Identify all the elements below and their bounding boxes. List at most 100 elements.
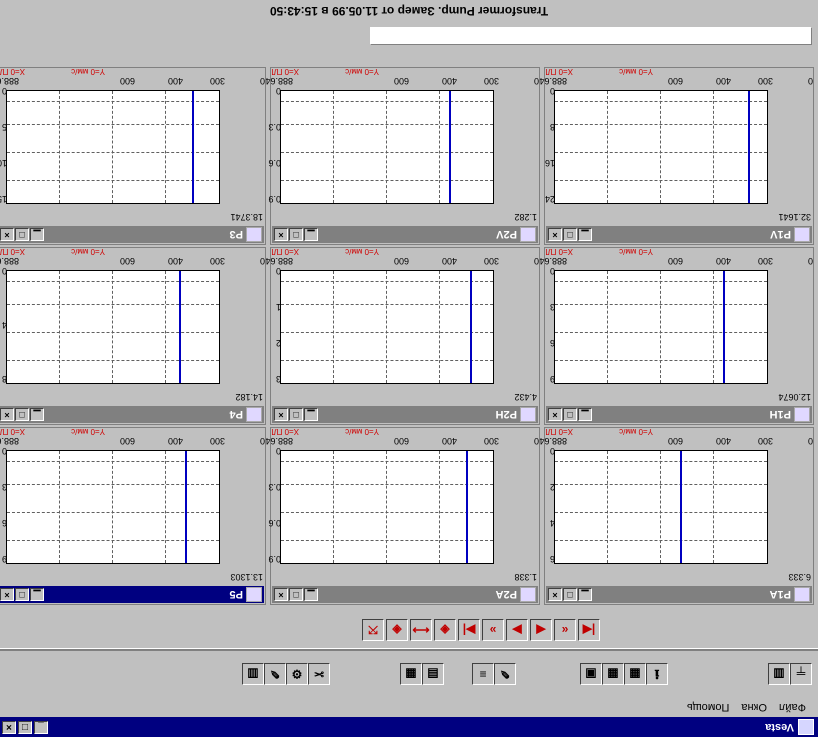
menu-file[interactable]: Файл [779, 701, 806, 713]
plot-panel-p1a[interactable]: P1A ▁ □ × 6.333 0 2 4 6 0 300 400 600 888.6433 X=0 ПЛ Y… [529, 427, 814, 605]
plot-panel-p2h[interactable]: P2H ▁ □ × 4.432 0 1 2 3 0 300 400 600 888.6433 X=0 ПЛ Y… [255, 247, 540, 425]
list-icon[interactable]: ≡ [472, 663, 494, 685]
plot-panel-p1h[interactable]: P1H ▁ □ × 12.0674 0 3 6 9 0 300 400 600 888.6433 X=0 П… [529, 247, 814, 425]
panel-close-button[interactable]: × [548, 408, 562, 421]
panel-maximize-button[interactable]: □ [289, 228, 303, 241]
panel-maximize-button[interactable]: □ [563, 588, 577, 601]
signal-spike [469, 271, 472, 383]
menu-help[interactable]: Помощь [687, 701, 730, 713]
menu-windows[interactable]: Окна [741, 701, 767, 713]
zoom-out-y-icon[interactable]: ⤧ [362, 619, 384, 641]
panel-close-button[interactable]: × [274, 228, 288, 241]
panel-maximize-button[interactable]: □ [289, 588, 303, 601]
chart-icon [246, 227, 262, 242]
table-icon[interactable]: ▦ [400, 663, 422, 685]
plot-panel-p2v[interactable]: P2V ▁ □ × 1.282 0 0.3 0.6 0.9 0 300 400 600 888.6433 X… [255, 67, 540, 245]
panel-minimize-button[interactable]: ▁ [30, 588, 44, 601]
panel-minimize-button[interactable]: ▁ [30, 228, 44, 241]
fast-forward-icon[interactable]: » [482, 619, 504, 641]
y-tick-label: 0 [1, 86, 7, 96]
panel-minimize-button[interactable]: ▁ [30, 408, 44, 421]
tool2-icon[interactable]: ⚙ [286, 663, 308, 685]
chart-icon [794, 407, 810, 422]
title-bar: Vesta _ □ × [0, 717, 818, 737]
notes-icon[interactable]: ▤ [422, 663, 444, 685]
panel-maximize-button[interactable]: □ [289, 408, 303, 421]
grid-line [112, 451, 113, 563]
plot-panel-p3[interactable]: P3▁□×18.37410510150300400600888.6433X=0 … [0, 67, 266, 245]
grid-icon[interactable]: ▦ [602, 663, 624, 685]
panel-title-bar[interactable]: P2V ▁ □ × [272, 226, 538, 243]
panel-minimize-button[interactable]: ▁ [578, 408, 592, 421]
toolbar-separator [0, 648, 818, 651]
navigation-toolbar: |◀ «◀ ▶» ▶| ◈ ⟷ ◈ ⤧ [88, 611, 608, 647]
tower-icon[interactable]: ╤ [790, 663, 812, 685]
panel-title-bar[interactable]: P2A ▁ □ × [272, 586, 538, 603]
y-max-value: 1.338 [514, 572, 537, 582]
tool1-icon[interactable]: ✂ [308, 663, 330, 685]
last-icon[interactable]: ▶| [458, 619, 480, 641]
grid-line [165, 271, 166, 383]
panel-minimize-button[interactable]: ▁ [578, 228, 592, 241]
panel-maximize-button[interactable]: □ [15, 228, 29, 241]
minimize-button[interactable]: _ [34, 721, 48, 734]
x-tick-label: 300 [757, 76, 773, 86]
panel-minimize-button[interactable]: ▁ [304, 588, 318, 601]
panel-title-bar[interactable]: P2H ▁ □ × [272, 406, 538, 423]
plot-area [280, 90, 494, 204]
panel-maximize-button[interactable]: □ [563, 408, 577, 421]
zoom-in-y-icon[interactable]: ◈ [386, 619, 408, 641]
grid-line [555, 461, 767, 463]
info-icon[interactable]: ℹ [646, 663, 668, 685]
panel-maximize-button[interactable]: □ [563, 228, 577, 241]
plot-panel-p2a[interactable]: P2A ▁ □ × 1.338 0 0.3 0.6 0.9 0 300 400 600 888.6433 X… [255, 427, 540, 605]
command-input[interactable] [370, 27, 812, 45]
panel-minimize-button[interactable]: ▁ [304, 408, 318, 421]
panel-window-controls: ▁ □ × [548, 588, 592, 601]
x-tick-label: 600 [667, 76, 683, 86]
x-caption: X=0 ПЛ [0, 247, 25, 256]
panel-title-bar[interactable]: P1V ▁ □ × [546, 226, 812, 243]
grid-line [7, 281, 219, 283]
stamp-icon[interactable]: ✎ [494, 663, 516, 685]
grid-line [607, 91, 608, 203]
panel-minimize-button[interactable]: ▁ [304, 228, 318, 241]
grid-line [112, 271, 113, 383]
panel-close-button[interactable]: × [274, 588, 288, 601]
panel-title-bar[interactable]: P1H ▁ □ × [546, 406, 812, 423]
panel-close-button[interactable]: × [548, 588, 562, 601]
tool4-icon[interactable]: ▥ [242, 663, 264, 685]
first-icon[interactable]: |◀ [578, 619, 600, 641]
plot-panel-p1v[interactable]: P1V ▁ □ × 32.1641 0 8 16 24 0 300 400 600 888.6433 X=0… [529, 67, 814, 245]
tool3-icon[interactable]: ✎ [264, 663, 286, 685]
panel-title-bar[interactable]: P5 ▁ □ × [0, 586, 264, 603]
back-icon[interactable]: ◀ [530, 619, 552, 641]
panel-title-bar[interactable]: P4 ▁ □ × [0, 406, 264, 423]
panel-close-button[interactable]: × [0, 408, 14, 421]
panel-maximize-button[interactable]: □ [15, 588, 29, 601]
panel-title-bar[interactable]: P1A ▁ □ × [546, 586, 812, 603]
grid-line [281, 359, 493, 361]
plot-panel-p4[interactable]: P4▁□×14.1820480300400600888.6433X=0 ПЛY=… [0, 247, 266, 425]
maximize-button[interactable]: □ [18, 721, 32, 734]
close-button[interactable]: × [2, 721, 16, 734]
chart-tool-icon[interactable]: ▦ [624, 663, 646, 685]
forward-icon[interactable]: ▶ [506, 619, 528, 641]
panel-title-bar[interactable]: P3 ▁ □ × [0, 226, 264, 243]
panel-close-button[interactable]: × [274, 408, 288, 421]
y-tick-label: 8 [1, 374, 7, 384]
zoom-in-x-icon[interactable]: ◈ [434, 619, 456, 641]
grid-line [281, 331, 493, 333]
panel-close-button[interactable]: × [0, 228, 14, 241]
x-tick-label: 400 [441, 436, 457, 446]
zoom-out-x-icon[interactable]: ⟷ [410, 619, 432, 641]
plot-panel-p5[interactable]: P5▁□×13.130303690300400600888.6433X=0 ПЛ… [0, 427, 266, 605]
panel-minimize-button[interactable]: ▁ [578, 588, 592, 601]
printer-icon[interactable]: ▥ [768, 663, 790, 685]
fast-back-icon[interactable]: « [554, 619, 576, 641]
panel-maximize-button[interactable]: □ [15, 408, 29, 421]
panel-close-button[interactable]: × [548, 228, 562, 241]
panel-close-button[interactable]: × [0, 588, 14, 601]
image-icon[interactable]: ▣ [580, 663, 602, 685]
grid-line [281, 123, 493, 125]
